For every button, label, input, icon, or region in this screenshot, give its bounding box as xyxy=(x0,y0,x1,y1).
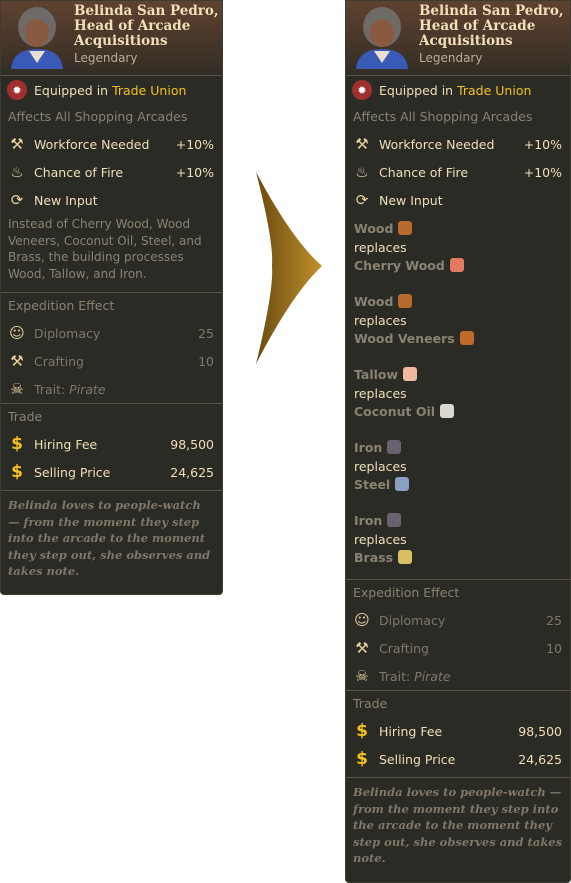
replacement-item: Wood replaces Cherry Wood xyxy=(346,214,570,287)
effect-row: ♨ Chance of Fire +10% xyxy=(1,158,222,186)
effect-description: Instead of Cherry Wood, Wood Veneers, Co… xyxy=(8,217,202,281)
hammer-wrench-icon: ⚒ xyxy=(355,135,369,153)
expand-arrow-icon xyxy=(256,172,322,364)
resource-icon xyxy=(387,440,402,454)
old-resource: Cherry Wood xyxy=(354,258,445,273)
effect-row: ♨ Chance of Fire +10% xyxy=(346,158,570,186)
tooltip-header: Belinda San Pedro, Head of Arcade Acquis… xyxy=(1,1,222,76)
crossed-tools-icon: ⚒ xyxy=(10,352,24,370)
new-resource: Wood xyxy=(354,294,394,309)
dollar-icon: $ xyxy=(11,462,23,482)
speech-bubble-icon: ☺ xyxy=(9,324,25,342)
trade-union-icon: ✹ xyxy=(352,80,372,100)
speech-bubble-icon: ☺ xyxy=(354,611,370,629)
equipped-row: ✹ Equipped in Trade Union xyxy=(1,76,222,104)
replaces-label: replaces xyxy=(354,239,407,255)
expedition-row: ⚒ Crafting 10 xyxy=(346,634,570,662)
resource-icon xyxy=(449,258,464,272)
new-resource: Iron xyxy=(354,513,383,528)
hammer-wrench-icon: ⚒ xyxy=(10,135,24,153)
replacement-item: Tallow replaces Coconut Oil xyxy=(346,360,570,433)
resource-icon xyxy=(395,477,410,491)
resource-icon xyxy=(398,550,413,564)
affects-label: Affects All Shopping Arcades xyxy=(353,109,533,124)
fire-icon: ♨ xyxy=(10,163,24,181)
new-resource: Iron xyxy=(354,440,383,455)
trade-title: Trade xyxy=(8,409,43,424)
effect-row: ⚒ Workforce Needed +10% xyxy=(346,130,570,158)
expedition-row: ☠ Trait: Pirate xyxy=(346,662,570,690)
expedition-row: ☺ Diplomacy 25 xyxy=(1,319,222,347)
replacement-item: Iron replaces Steel xyxy=(346,433,570,506)
trade-title: Trade xyxy=(353,696,388,711)
replaces-label: replaces xyxy=(354,312,407,328)
rarity-label: Legendary xyxy=(419,51,483,65)
portrait-avatar xyxy=(356,7,408,69)
dollar-icon: $ xyxy=(356,721,368,741)
effect-row: ⟳ New Input xyxy=(1,186,222,214)
equipped-building: Trade Union xyxy=(457,82,532,98)
expedition-row: ⚒ Crafting 10 xyxy=(1,347,222,375)
specialist-name: Belinda San Pedro, Head of Arcade Acquis… xyxy=(74,3,219,49)
trade-row: $ Hiring Fee 98,500 xyxy=(1,430,222,458)
replaces-label: replaces xyxy=(354,458,407,474)
resource-icon xyxy=(440,404,455,418)
effect-row: ⟳ New Input xyxy=(346,186,570,214)
trade-row: $ Selling Price 24,625 xyxy=(1,458,222,486)
resource-icon xyxy=(403,367,418,381)
flavor-text: Belinda loves to people-watch — from the… xyxy=(353,785,563,865)
flavor-text: Belinda loves to people-watch — from the… xyxy=(8,498,211,578)
resource-icon xyxy=(398,221,413,235)
resource-icon xyxy=(398,294,413,308)
expedition-row: ☠ Trait: Pirate xyxy=(1,375,222,403)
fire-icon: ♨ xyxy=(355,163,369,181)
trade-row: $ Hiring Fee 98,500 xyxy=(346,717,570,745)
tooltip-collapsed: Belinda San Pedro, Head of Arcade Acquis… xyxy=(0,0,223,595)
new-resource: Tallow xyxy=(354,367,399,382)
tooltip-header: Belinda San Pedro, Head of Arcade Acquis… xyxy=(346,1,570,76)
specialist-name: Belinda San Pedro, Head of Arcade Acquis… xyxy=(419,3,564,49)
equipped-building: Trade Union xyxy=(112,82,187,98)
tooltip-expanded: Belinda San Pedro, Head of Arcade Acquis… xyxy=(345,0,571,883)
portrait-avatar xyxy=(11,7,63,69)
replacement-item: Iron replaces Brass xyxy=(346,506,570,579)
replacement-item: Wood replaces Wood Veneers xyxy=(346,287,570,360)
cycle-arrows-icon: ⟳ xyxy=(355,191,369,209)
cycle-arrows-icon: ⟳ xyxy=(10,191,24,209)
trade-union-icon: ✹ xyxy=(7,80,27,100)
trade-row: $ Selling Price 24,625 xyxy=(346,745,570,773)
rarity-label: Legendary xyxy=(74,51,138,65)
old-resource: Wood Veneers xyxy=(354,331,455,346)
dollar-icon: $ xyxy=(11,434,23,454)
resource-icon xyxy=(459,331,474,345)
resource-icon xyxy=(387,513,402,527)
dollar-icon: $ xyxy=(356,749,368,769)
new-resource: Wood xyxy=(354,221,394,236)
replaces-label: replaces xyxy=(354,385,407,401)
old-resource: Brass xyxy=(354,550,394,565)
skull-crossbones-icon: ☠ xyxy=(10,380,24,398)
expedition-title: Expedition Effect xyxy=(8,298,115,313)
expedition-row: ☺ Diplomacy 25 xyxy=(346,606,570,634)
old-resource: Steel xyxy=(354,477,391,492)
effect-row: ⚒ Workforce Needed +10% xyxy=(1,130,222,158)
expedition-title: Expedition Effect xyxy=(353,585,460,600)
skull-crossbones-icon: ☠ xyxy=(355,667,369,685)
crossed-tools-icon: ⚒ xyxy=(355,639,369,657)
old-resource: Coconut Oil xyxy=(354,404,436,419)
affects-label: Affects All Shopping Arcades xyxy=(8,109,188,124)
equipped-row: ✹ Equipped in Trade Union xyxy=(346,76,570,104)
replaces-label: replaces xyxy=(354,531,407,547)
replacement-list: Wood replaces Cherry Wood Wood replaces Wood … xyxy=(346,214,570,579)
